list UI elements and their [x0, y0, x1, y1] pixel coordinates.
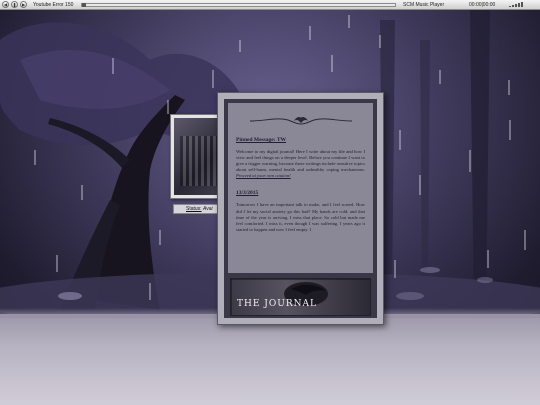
next-icon: ▶ — [21, 1, 26, 7]
journal-page[interactable]: Pinned Message: TW Welcome to my digital… — [228, 103, 373, 273]
journal-banner: THE JOURNAL — [230, 278, 371, 316]
pinned-heading: Pinned Message: TW — [236, 137, 287, 143]
ornament-divider-icon — [249, 117, 352, 125]
pinned-body: Welcome to my digital journal! Here I wr… — [236, 149, 365, 179]
progress-track[interactable] — [81, 2, 396, 7]
pause-icon: ❚ — [12, 1, 17, 7]
previous-icon: ◀ — [3, 1, 8, 7]
status-label: Status: — [186, 206, 202, 212]
player-time: 00:00|00:00 — [469, 1, 496, 8]
previous-button[interactable]: ◀ — [2, 1, 9, 8]
status-bar: Status: Avai — [173, 204, 223, 214]
progress-handle[interactable] — [82, 2, 86, 7]
journal-window[interactable]: Pinned Message: TW Welcome to my digital… — [217, 92, 384, 325]
entry-date: 13/3/2015 — [236, 190, 259, 197]
player-app-name: SCM Music Player — [403, 1, 445, 8]
pinned-link[interactable]: Proceed at your own caution! — [236, 173, 291, 178]
play-pause-button[interactable]: ❚ — [11, 1, 18, 8]
volume-icon[interactable] — [509, 2, 527, 7]
entry-body: Tomorrow I have an important talk to mak… — [236, 202, 365, 232]
music-player-bar: ◀ ❚ ▶ Youtube Error 150 SCM Music Player… — [0, 0, 540, 10]
journal-frame: Pinned Message: TW Welcome to my digital… — [224, 99, 377, 318]
banner-title: THE JOURNAL — [237, 299, 317, 309]
next-button[interactable]: ▶ — [20, 1, 27, 8]
track-status: Youtube Error 150 — [33, 1, 74, 8]
status-value: Avai — [202, 206, 213, 212]
banner-figure — [231, 279, 370, 315]
floor — [0, 308, 540, 405]
pinned-body-text: Welcome to my digital journal! Here I wr… — [236, 149, 365, 173]
